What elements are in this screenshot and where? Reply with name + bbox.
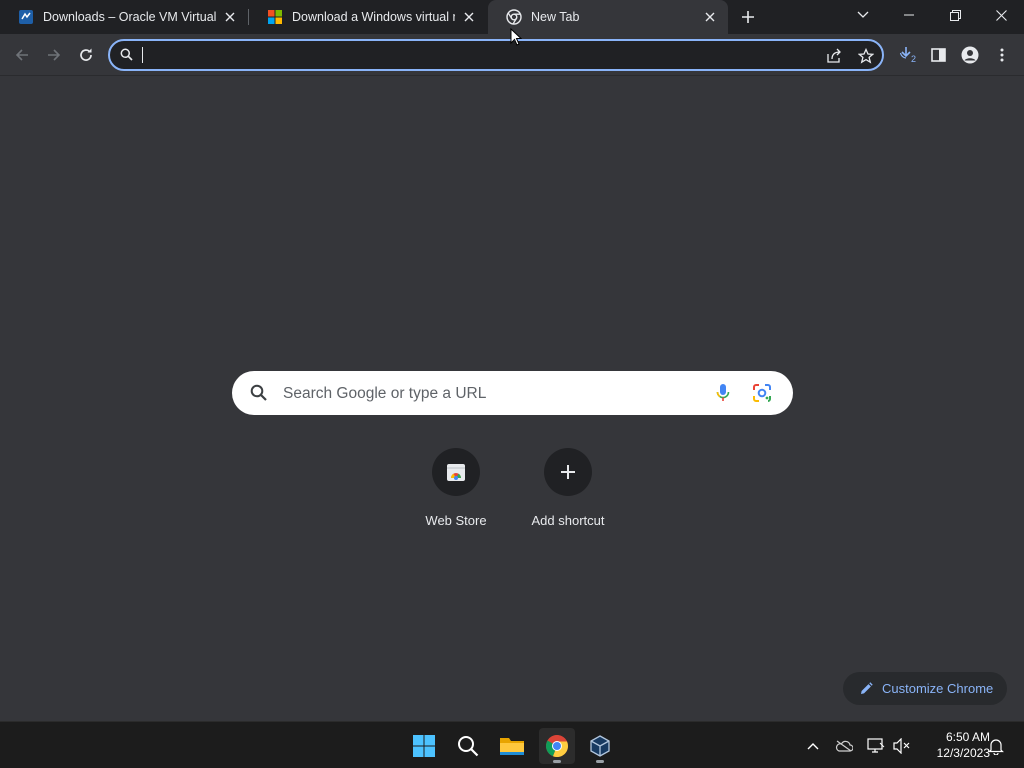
new-tab-button[interactable] [736,5,760,29]
arrow-left-icon [15,49,28,61]
shortcut-add[interactable]: Add shortcut [512,448,624,528]
onedrive-icon[interactable] [834,736,854,756]
side-panel-button[interactable] [925,42,951,68]
side-panel-icon [930,48,946,62]
arrow-right-icon [48,49,61,61]
file-explorer-icon[interactable] [494,728,530,764]
close-icon[interactable] [222,9,238,25]
virtualbox-icon[interactable] [582,728,618,764]
close-window-button[interactable] [978,0,1024,30]
plus-icon [544,448,592,496]
customize-chrome-label: Customize Chrome [882,681,994,696]
notification-bell-icon[interactable] [986,736,1006,756]
tab-new-tab[interactable]: New Tab [488,0,728,34]
close-icon[interactable] [702,9,718,25]
mouse-cursor-icon [510,27,523,51]
profile-icon [961,46,979,64]
tab-title: New Tab [531,10,580,24]
chevron-up-icon[interactable] [803,736,823,756]
address-input[interactable] [144,45,804,65]
network-icon[interactable] [866,736,886,756]
plus-icon [742,11,754,23]
search-icon[interactable] [450,728,486,764]
microphone-icon[interactable] [716,383,730,408]
running-indicator [596,760,604,763]
profile-button[interactable] [957,42,983,68]
new-tab-page: Search Google or type a URL Web Store Ad… [0,77,1024,721]
menu-button[interactable] [989,42,1015,68]
windows-start-icon[interactable] [406,728,442,764]
share-icon[interactable] [824,46,844,66]
tab-title: Downloads – Oracle VM VirtualBox [43,10,216,24]
tab-search-button[interactable] [840,0,886,30]
virtualbox-icon [18,9,34,25]
reload-button[interactable] [73,42,99,68]
microsoft-icon [267,9,283,25]
chrome-icon [506,9,522,25]
tab-windows-vm[interactable]: Download a Windows virtual machine [249,0,487,34]
minimize-button[interactable] [886,0,932,30]
shortcut-web-store[interactable]: Web Store [400,448,512,528]
ntp-search-placeholder: Search Google or type a URL [283,385,487,402]
clock-time: 6:50 AM [945,730,990,744]
address-bar[interactable] [108,39,884,71]
forward-button[interactable] [41,42,67,68]
google-lens-icon[interactable] [752,383,772,408]
system-clock[interactable]: 6:50 AM 12/3/2023 [918,729,990,761]
bookmark-star-icon[interactable] [856,46,876,66]
shortcut-label: Web Store [425,513,487,528]
text-caret [142,47,143,63]
volume-muted-icon[interactable] [892,736,912,756]
search-icon [250,384,268,407]
restore-icon [949,9,961,21]
search-icon [120,48,133,66]
close-icon [995,9,1007,21]
customize-chrome-button[interactable]: Customize Chrome [843,672,1007,705]
web-store-icon [432,448,480,496]
tab-title: Download a Windows virtual machine [292,10,455,24]
chevron-down-icon [857,11,869,18]
downloads-count-badge: 2 [911,54,917,64]
reload-icon [80,48,92,61]
chrome-icon[interactable] [539,728,575,764]
windows-taskbar: 6:50 AM 12/3/2023 [0,721,1024,768]
tab-virtualbox-downloads[interactable]: Downloads – Oracle VM VirtualBox [0,0,248,34]
more-vert-icon [1000,48,1004,62]
ntp-search-box[interactable]: Search Google or type a URL [232,371,793,415]
restore-button[interactable] [932,0,978,30]
back-button[interactable] [9,42,35,68]
downloads-button[interactable]: 2 [895,42,921,68]
shortcut-label: Add shortcut [531,513,605,528]
close-icon[interactable] [461,9,477,25]
pencil-icon [861,681,873,694]
running-indicator [553,760,561,763]
minimize-icon [904,14,914,16]
clock-date: 12/3/2023 [936,746,990,760]
